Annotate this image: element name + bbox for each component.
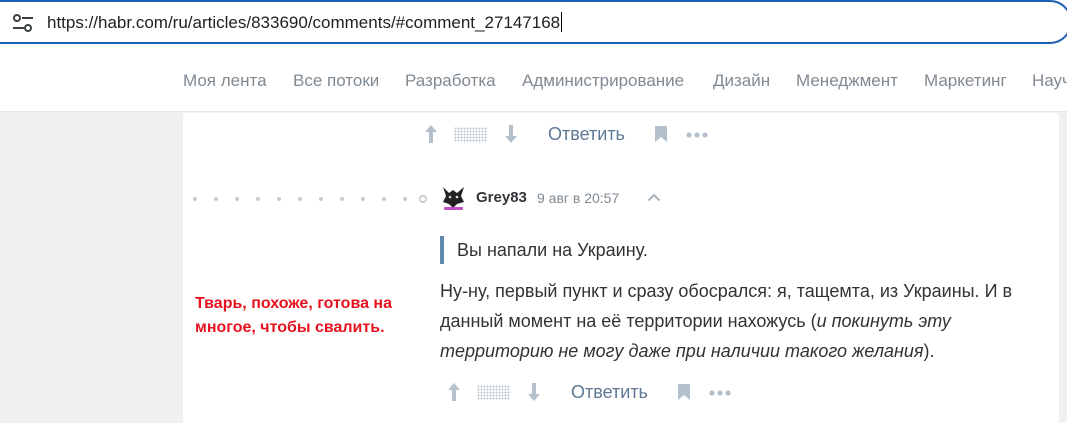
- annotation-line-1: Тварь, похоже, готова на: [195, 295, 392, 312]
- upvote-icon[interactable]: [424, 124, 438, 144]
- score-placeholder: [454, 127, 487, 142]
- bookmark-icon[interactable]: [677, 383, 691, 401]
- browser-toolbar: https://habr.com/ru/articles/833690/comm…: [0, 0, 1067, 52]
- nav-item-science[interactable]: Науч: [1032, 71, 1067, 91]
- thread-depth-indicator: [193, 195, 427, 203]
- bookmark-icon[interactable]: [654, 125, 668, 143]
- nav-item-my-feed[interactable]: Моя лента: [183, 71, 267, 91]
- nav-item-marketing[interactable]: Маркетинг: [924, 71, 1007, 91]
- nav-item-management[interactable]: Менеджмент: [796, 71, 898, 91]
- annotation-line-2: многое, чтобы свалить.: [195, 319, 385, 336]
- more-icon[interactable]: [686, 132, 708, 138]
- comment-header: Grey83 9 авг в 20:57: [440, 184, 680, 214]
- nav-item-all-streams[interactable]: Все потоки: [293, 71, 379, 91]
- nav-item-design[interactable]: Дизайн: [713, 71, 770, 91]
- more-icon[interactable]: [709, 390, 731, 396]
- comment-quote: Вы напали на Украину.: [440, 236, 648, 264]
- comments-panel: [183, 113, 1059, 423]
- reply-button[interactable]: Ответить: [571, 382, 648, 403]
- hub-navigation: Моя лента Все потоки Разработка Админист…: [0, 52, 1067, 112]
- comment-text-part2: ).: [923, 341, 935, 361]
- chevron-up-icon[interactable]: [647, 193, 661, 202]
- comment-author[interactable]: Grey83: [476, 189, 527, 206]
- upvote-icon[interactable]: [447, 382, 461, 402]
- parent-comment-actions: Ответить: [422, 122, 722, 150]
- user-avatar[interactable]: [440, 184, 467, 212]
- comment-body: Ну-ну, первый пункт и сразу обосрался: я…: [440, 276, 1050, 366]
- nav-item-development[interactable]: Разработка: [405, 71, 496, 91]
- text-caret: [561, 12, 563, 32]
- nav-item-administration[interactable]: Администрирование: [522, 71, 684, 91]
- reply-button[interactable]: Ответить: [548, 124, 625, 145]
- red-annotation: Тварь, похоже, готова на многое, чтобы с…: [195, 292, 435, 340]
- tune-icon[interactable]: [12, 13, 34, 33]
- address-bar[interactable]: https://habr.com/ru/articles/833690/comm…: [0, 0, 1067, 44]
- downvote-icon[interactable]: [527, 382, 541, 402]
- comment-actions: Ответить: [445, 380, 745, 408]
- score-placeholder: [477, 385, 510, 400]
- comment-timestamp[interactable]: 9 авг в 20:57: [537, 190, 619, 206]
- downvote-icon[interactable]: [504, 124, 518, 144]
- url-text[interactable]: https://habr.com/ru/articles/833690/comm…: [47, 12, 563, 33]
